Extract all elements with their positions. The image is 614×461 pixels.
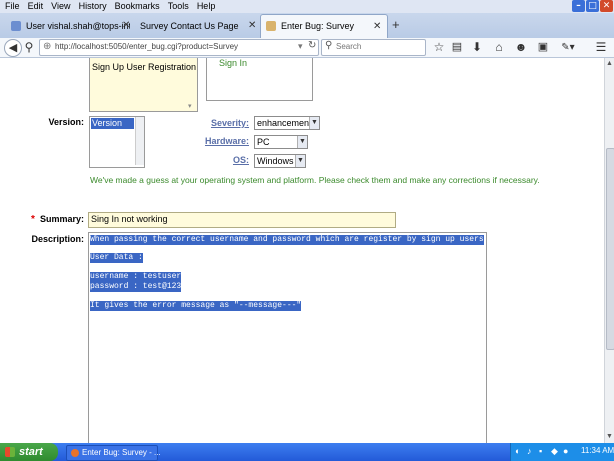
chevron-down-icon: ▼ (309, 117, 319, 129)
description-textarea[interactable]: When passing the correct username and pa… (88, 232, 487, 443)
hardware-select[interactable]: PC ▼ (254, 135, 308, 149)
tray-app-icon[interactable]: ● (563, 446, 568, 456)
menu-tools[interactable]: Tools (168, 0, 189, 13)
description-line: User Data : (90, 253, 143, 263)
component-description-box: Sign In (206, 58, 313, 101)
url-bar[interactable]: ⊕ http://localhost:5050/enter_bug.cgi?pr… (39, 39, 319, 56)
addon-icon[interactable]: ✎▾ (558, 39, 578, 56)
start-label: start (19, 446, 43, 458)
tab-label: Survey Contact Us Page (140, 21, 239, 31)
windows-logo-icon (5, 447, 15, 457)
system-tray: ◐ ♪ ▪ ◆ ● 11:34 AM (510, 443, 614, 461)
taskbar-item-firefox[interactable]: Enter Bug: Survey - ... (66, 445, 161, 461)
tab-user[interactable]: User vishal.shah@tops-int.co... ✕ (6, 16, 130, 36)
navigation-bar: ◀ ⚲ ⊕ http://localhost:5050/enter_bug.cg… (0, 38, 614, 58)
os-label[interactable]: OS: (190, 155, 249, 165)
hardware-label[interactable]: Hardware: (190, 136, 249, 146)
bookmarks-icon[interactable]: ▤ (450, 39, 464, 56)
summary-value: Sing In not working (91, 214, 168, 224)
severity-select[interactable]: enhancement ▼ (254, 116, 320, 130)
screenshot-icon[interactable]: ▣ (536, 39, 550, 56)
chat-icon[interactable]: ☻ (514, 39, 528, 56)
identity-icon[interactable]: ⚲ (22, 39, 36, 56)
search-box[interactable]: ⚲ (321, 39, 426, 56)
page-content: Sign Up User Registration ▾ Sign In Vers… (0, 58, 604, 443)
menu-edit[interactable]: Edit (28, 0, 44, 13)
description-line: When passing the correct username and pa… (90, 235, 484, 245)
description-line: It gives the error message as "--message… (90, 301, 302, 311)
close-tab-icon[interactable]: ✕ (122, 16, 130, 36)
platform-guess-note: We've made a guess at your operating sys… (90, 175, 540, 185)
menu-history[interactable]: History (79, 0, 107, 13)
tab-bar: User vishal.shah@tops-int.co... ✕ Survey… (0, 13, 614, 39)
chevron-down-icon: ▼ (297, 136, 307, 148)
component-description: Sign In (219, 58, 248, 68)
summary-label: Summary: (39, 214, 84, 224)
scroll-down-icon[interactable]: ▼ (606, 433, 613, 440)
new-tab-icon[interactable]: + (392, 18, 400, 32)
component-listbox[interactable]: Sign Up User Registration ▾ (89, 58, 198, 112)
summary-input[interactable]: Sing In not working (88, 212, 396, 228)
taskbar: start Enter Bug: Survey - ... ◐ ♪ ▪ ◆ ● … (0, 443, 614, 461)
url-text: http://localhost:5050/enter_bug.cgi?prod… (55, 42, 239, 51)
globe-icon: ⊕ (43, 41, 52, 52)
menu-bookmarks[interactable]: Bookmarks (115, 0, 160, 13)
menu-bar: File Edit View History Bookmarks Tools H… (0, 0, 614, 13)
version-option[interactable]: Version 1.0 (91, 118, 134, 139)
search-input[interactable] (336, 41, 422, 52)
bug-icon (266, 21, 276, 31)
component-option[interactable]: Sign Up User Registration (92, 62, 196, 72)
menu-icon[interactable]: ☰ (594, 39, 608, 56)
scroll-down-icon[interactable]: ▾ (188, 102, 192, 110)
home-icon[interactable]: ⌂ (492, 39, 506, 56)
description-label: Description: (31, 234, 84, 244)
tab-label: User vishal.shah@tops-int.co... (26, 21, 130, 31)
download-icon[interactable]: ⬇ (470, 39, 484, 56)
menu-help[interactable]: Help (197, 0, 216, 13)
os-value: Windows (257, 156, 294, 166)
close-window-icon[interactable]: ✕ (600, 0, 613, 12)
tab-label: Enter Bug: Survey (281, 21, 355, 31)
version-listbox[interactable]: Version 1.0 (89, 116, 145, 168)
menu-view[interactable]: View (51, 0, 70, 13)
close-tab-icon[interactable]: ✕ (248, 16, 256, 36)
tray-volume-icon[interactable]: ♪ (527, 446, 532, 456)
start-button[interactable]: start (0, 443, 58, 461)
severity-value: enhancement (257, 118, 312, 128)
tab-survey-contact[interactable]: Survey Contact Us Page ✕ (134, 16, 256, 36)
scrollbar-thumb[interactable] (606, 148, 614, 350)
menu-file[interactable]: File (5, 0, 20, 13)
dropdown-icon[interactable]: ▾ (298, 41, 303, 52)
bookmark-star-icon[interactable]: ☆ (432, 39, 446, 56)
minimize-icon[interactable]: – (572, 0, 585, 12)
tray-app-icon[interactable]: ▪ (539, 446, 542, 456)
description-line: username : testuser (90, 272, 182, 282)
severity-label[interactable]: Severity: (190, 118, 249, 128)
maximize-icon[interactable]: □ (586, 0, 599, 12)
close-tab-icon[interactable]: ✕ (373, 15, 381, 38)
taskbar-item-label: Enter Bug: Survey - ... (82, 448, 161, 457)
os-select[interactable]: Windows ▼ (254, 154, 306, 168)
hardware-value: PC (257, 137, 270, 147)
reload-icon[interactable]: ↻ (308, 40, 316, 51)
page-scrollbar[interactable]: ▲ ▼ (604, 58, 614, 443)
chevron-down-icon: ▼ (295, 155, 305, 167)
firefox-icon (71, 449, 79, 457)
page-icon (11, 21, 21, 31)
back-icon[interactable]: ◀ (4, 39, 22, 57)
tray-network-icon[interactable]: ◐ (515, 446, 520, 456)
tray-app-icon[interactable]: ◆ (551, 446, 558, 457)
description-line: password : test@123 (90, 282, 182, 292)
scroll-up-icon[interactable]: ▲ (606, 60, 613, 67)
clock: 11:34 AM (581, 446, 614, 455)
version-scrollbar[interactable] (135, 117, 144, 165)
search-icon: ⚲ (325, 40, 333, 51)
version-label: Version: (48, 117, 84, 127)
tab-enter-bug[interactable]: Enter Bug: Survey ✕ (260, 14, 388, 38)
